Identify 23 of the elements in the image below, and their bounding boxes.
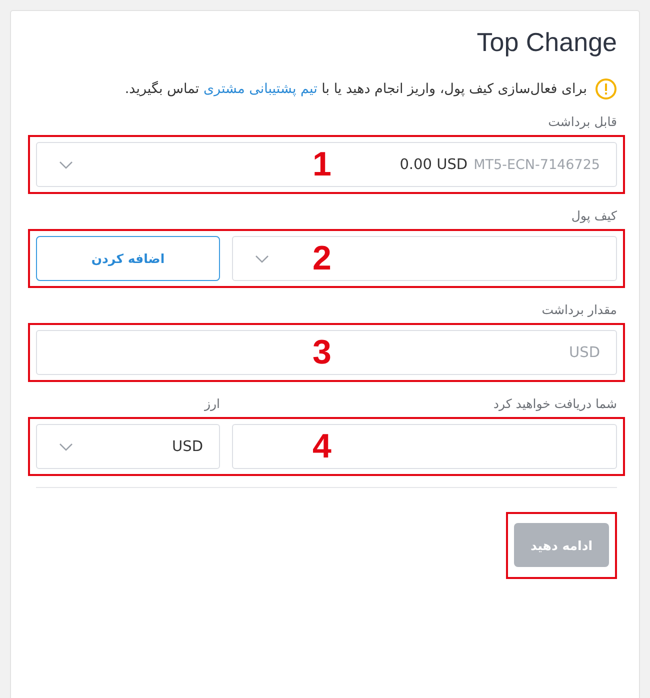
field-label: کیف پول — [570, 208, 617, 225]
account-number: MT5-ECN-7146725 — [474, 156, 600, 172]
annotation-number: 1 — [312, 145, 332, 184]
field-label: مقدار برداشت — [540, 302, 617, 319]
add-button[interactable]: اضافه کردن — [36, 236, 220, 281]
field-label: ارز — [203, 396, 220, 413]
notice-text: برای فعال‌سازی کیف پول، واریز انجام دهید یا با تیم پشتیبانی مشتری تماس بگیرید. — [124, 81, 587, 97]
support-link[interactable]: تیم پشتیبانی مشتری — [203, 81, 318, 97]
field-label: قابل برداشت — [547, 114, 617, 131]
select-value: USD — [172, 438, 203, 454]
field-label: شما دریافت خواهید کرد — [492, 396, 617, 413]
chevron-down-icon — [59, 160, 73, 168]
input-field[interactable] — [232, 424, 617, 469]
select-field[interactable] — [232, 236, 617, 281]
annotation-number: 2 — [312, 239, 332, 278]
chevron-down-icon — [255, 254, 269, 262]
warning-icon — [595, 78, 617, 100]
annotation-number: 4 — [312, 427, 332, 466]
page-title: Top Change — [476, 27, 617, 58]
select-value: 0.00 USD — [400, 156, 468, 172]
select-field[interactable]: USD — [36, 424, 220, 469]
chevron-down-icon — [59, 442, 73, 450]
annotation-number: 3 — [312, 333, 332, 372]
